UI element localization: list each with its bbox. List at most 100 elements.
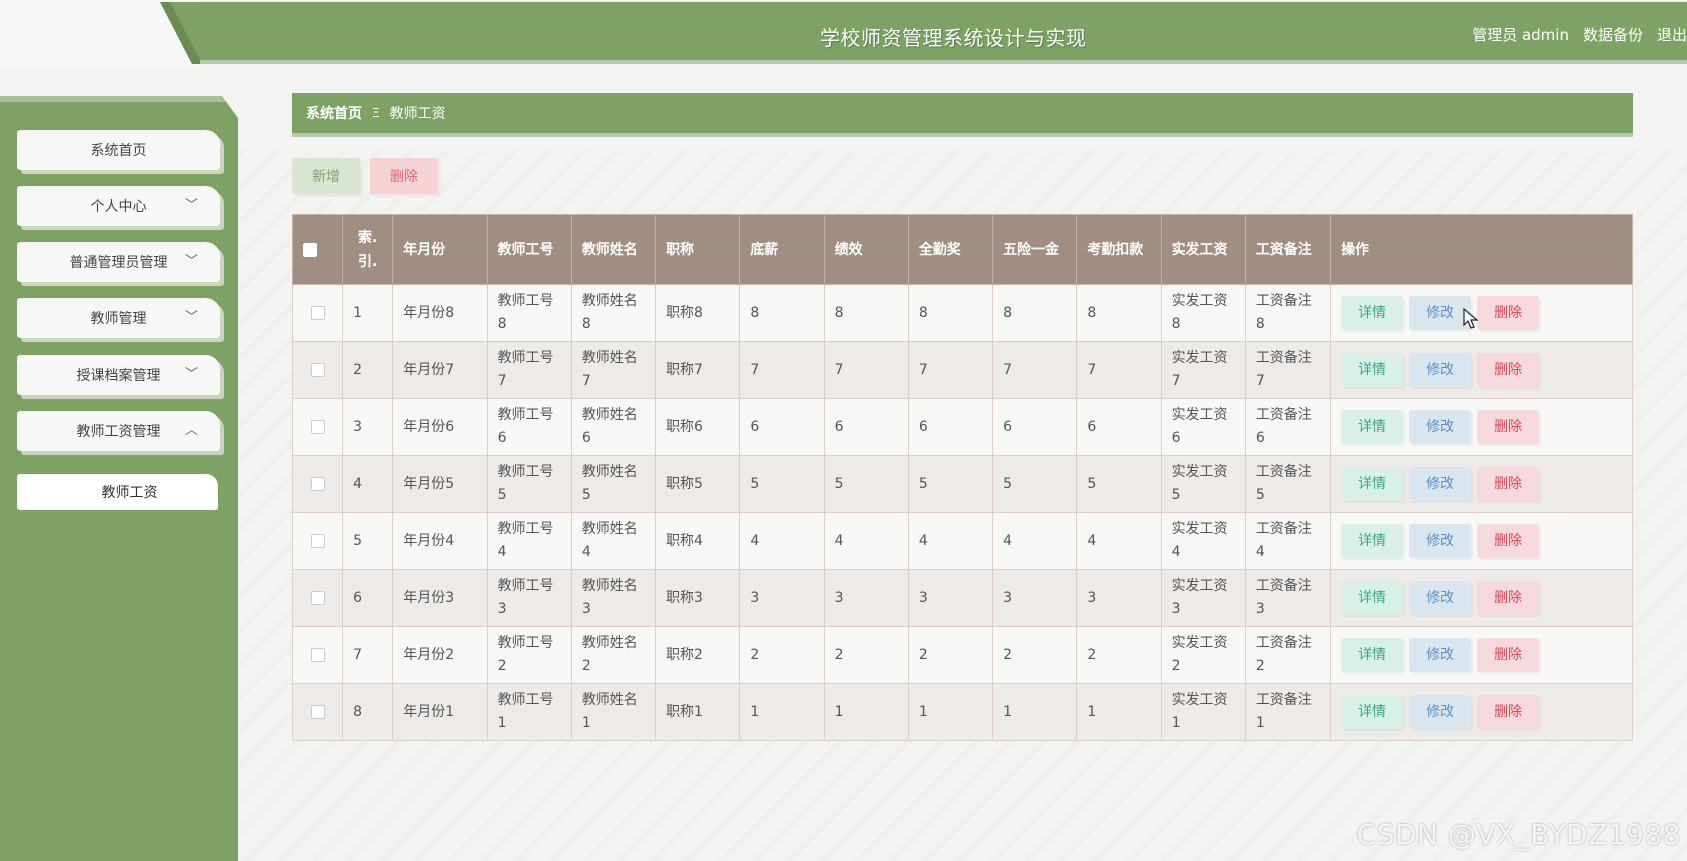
edit-button[interactable]: 修改 bbox=[1409, 524, 1472, 558]
table-cell: 工资备注3 bbox=[1244, 569, 1332, 627]
site-title: 学校师资管理系统设计与实现 bbox=[820, 26, 1087, 50]
table-cell: 教师姓名7 bbox=[570, 341, 657, 399]
watermark-text: CSDN @VX_BYDZ1988 bbox=[1356, 818, 1681, 851]
sidebar-item-salary-management[interactable]: 教师工资管理 ︿ bbox=[17, 411, 220, 451]
edit-button[interactable]: 修改 bbox=[1409, 467, 1472, 501]
detail-button[interactable]: 详情 bbox=[1341, 467, 1404, 501]
edit-button[interactable]: 修改 bbox=[1409, 638, 1472, 672]
table-cell: 1 bbox=[907, 683, 994, 741]
table-row: 5 年月份4 教师工号4 教师姓名4 职称4 4 4 4 4 4 实发工资4 工资备注4 详情 修改 删除 bbox=[291, 512, 1633, 570]
row-checkbox[interactable] bbox=[310, 533, 325, 548]
table-cell: 实发工资5 bbox=[1160, 455, 1246, 513]
table-cell: 2 bbox=[342, 341, 394, 399]
row-checkbox[interactable] bbox=[310, 590, 325, 605]
table-cell: 年月份6 bbox=[392, 398, 488, 456]
sidebar-item-home[interactable]: 系统首页 bbox=[17, 130, 220, 170]
table-cell: 8 bbox=[823, 284, 909, 342]
salary-table-container: 索.引. 年月份 教师工号 教师姓名 职称 底薪 绩效 全勤奖 五险一金 考勤扣款 实发工资 工资备注… bbox=[291, 214, 1633, 741]
edit-button[interactable]: 修改 bbox=[1409, 410, 1472, 444]
table-cell: 7 bbox=[1076, 341, 1162, 399]
table-cell: 1 bbox=[823, 683, 909, 741]
table-cell: 1 bbox=[992, 683, 1078, 741]
batch-delete-button[interactable]: 删除 bbox=[370, 158, 438, 194]
detail-button[interactable]: 详情 bbox=[1341, 524, 1404, 558]
salary-table: 索.引. 年月份 教师工号 教师姓名 职称 底薪 绩效 全勤奖 五险一金 考勤扣款 实发工资 工资备注… bbox=[291, 214, 1633, 741]
table-cell: 5 bbox=[992, 455, 1078, 513]
table-cell: 工资备注4 bbox=[1244, 512, 1332, 570]
delete-button[interactable]: 删除 bbox=[1477, 524, 1540, 558]
row-select-cell bbox=[291, 455, 344, 513]
logout-link[interactable]: 退出 bbox=[1657, 24, 1687, 45]
sidebar-item-label: 教师管理 bbox=[90, 311, 147, 327]
table-cell: 3 bbox=[739, 569, 825, 627]
detail-button[interactable]: 详情 bbox=[1341, 296, 1404, 330]
delete-button[interactable]: 删除 bbox=[1477, 581, 1540, 615]
table-cell: 2 bbox=[823, 626, 909, 684]
table-cell: 8 bbox=[992, 284, 1078, 342]
row-actions-cell: 详情 修改 删除 bbox=[1330, 683, 1633, 741]
edit-button[interactable]: 修改 bbox=[1409, 581, 1472, 615]
detail-button[interactable]: 详情 bbox=[1341, 695, 1404, 729]
table-cell: 7 bbox=[992, 341, 1078, 399]
detail-button[interactable]: 详情 bbox=[1341, 353, 1404, 387]
data-backup-link[interactable]: 数据备份 bbox=[1583, 24, 1643, 45]
header-user-actions: 管理员 admin 数据备份 退出 bbox=[1472, 24, 1687, 45]
column-header: 操作 bbox=[1330, 214, 1633, 285]
delete-button[interactable]: 删除 bbox=[1477, 695, 1540, 729]
table-cell: 1 bbox=[1076, 683, 1162, 741]
table-cell: 2 bbox=[992, 626, 1078, 684]
edit-button[interactable]: 修改 bbox=[1409, 353, 1472, 387]
sidebar-item-personal-center[interactable]: 个人中心 ﹀ bbox=[17, 186, 220, 226]
table-row: 4 年月份5 教师工号5 教师姓名5 职称5 5 5 5 5 5 实发工资5 工资备注5 详情 修改 删除 bbox=[291, 455, 1633, 513]
sidebar-subitem-teacher-salary[interactable]: 教师工资 bbox=[17, 474, 218, 510]
add-button[interactable]: 新增 bbox=[292, 158, 360, 194]
select-all-checkbox[interactable] bbox=[303, 242, 317, 257]
table-header-row: 索.引. 年月份 教师工号 教师姓名 职称 底薪 绩效 全勤奖 五险一金 考勤扣款 实发工资 工资备注… bbox=[291, 214, 1633, 285]
detail-button[interactable]: 详情 bbox=[1341, 410, 1404, 444]
table-cell: 工资备注2 bbox=[1244, 626, 1332, 684]
row-actions-cell: 详情 修改 删除 bbox=[1330, 626, 1633, 684]
table-cell: 职称7 bbox=[655, 341, 741, 399]
row-checkbox[interactable] bbox=[310, 362, 325, 377]
row-checkbox[interactable] bbox=[310, 476, 325, 491]
detail-button[interactable]: 详情 bbox=[1341, 638, 1404, 672]
table-cell: 年月份2 bbox=[392, 626, 488, 684]
delete-button[interactable]: 删除 bbox=[1477, 353, 1540, 387]
table-cell: 年月份4 bbox=[392, 512, 488, 570]
table-cell: 教师姓名6 bbox=[570, 398, 657, 456]
table-cell: 职称3 bbox=[655, 569, 741, 627]
row-actions-cell: 详情 修改 删除 bbox=[1330, 512, 1633, 570]
table-cell: 4 bbox=[739, 512, 825, 570]
edit-button[interactable]: 修改 bbox=[1409, 695, 1472, 729]
breadcrumb-home-link[interactable]: 系统首页 bbox=[306, 103, 362, 123]
table-cell: 教师工号3 bbox=[486, 569, 572, 627]
row-checkbox[interactable] bbox=[310, 419, 325, 434]
table-cell: 教师工号5 bbox=[486, 455, 572, 513]
table-cell: 教师工号7 bbox=[486, 341, 572, 399]
edit-button[interactable]: 修改 bbox=[1409, 296, 1472, 330]
table-cell: 实发工资2 bbox=[1160, 626, 1246, 684]
delete-button[interactable]: 删除 bbox=[1477, 467, 1540, 501]
row-checkbox[interactable] bbox=[310, 305, 325, 320]
row-select-cell bbox=[291, 512, 344, 570]
table-cell: 工资备注1 bbox=[1244, 683, 1332, 741]
table-row: 2 年月份7 教师工号7 教师姓名7 职称7 7 7 7 7 7 实发工资7 工资备注7 详情 修改 删除 bbox=[291, 341, 1633, 399]
table-cell: 7 bbox=[342, 626, 394, 684]
row-actions-cell: 详情 修改 删除 bbox=[1330, 341, 1633, 399]
delete-button[interactable]: 删除 bbox=[1477, 638, 1540, 672]
column-header: 工资备注 bbox=[1244, 214, 1332, 285]
delete-button[interactable]: 删除 bbox=[1477, 296, 1540, 330]
delete-button[interactable]: 删除 bbox=[1477, 410, 1540, 444]
table-cell: 教师姓名3 bbox=[570, 569, 657, 627]
table-cell: 7 bbox=[739, 341, 825, 399]
sidebar-item-teaching-archive-management[interactable]: 授课档案管理 ﹀ bbox=[17, 355, 220, 395]
detail-button[interactable]: 详情 bbox=[1341, 581, 1404, 615]
row-checkbox[interactable] bbox=[310, 704, 325, 719]
row-checkbox[interactable] bbox=[310, 647, 325, 662]
column-header: 五险一金 bbox=[992, 214, 1078, 285]
sidebar-item-teacher-management[interactable]: 教师管理 ﹀ bbox=[17, 298, 220, 338]
column-header: 考勤扣款 bbox=[1076, 214, 1162, 285]
sidebar-item-admin-management[interactable]: 普通管理员管理 ﹀ bbox=[17, 242, 220, 282]
column-header: 教师姓名 bbox=[570, 214, 657, 285]
table-cell: 6 bbox=[1076, 398, 1162, 456]
